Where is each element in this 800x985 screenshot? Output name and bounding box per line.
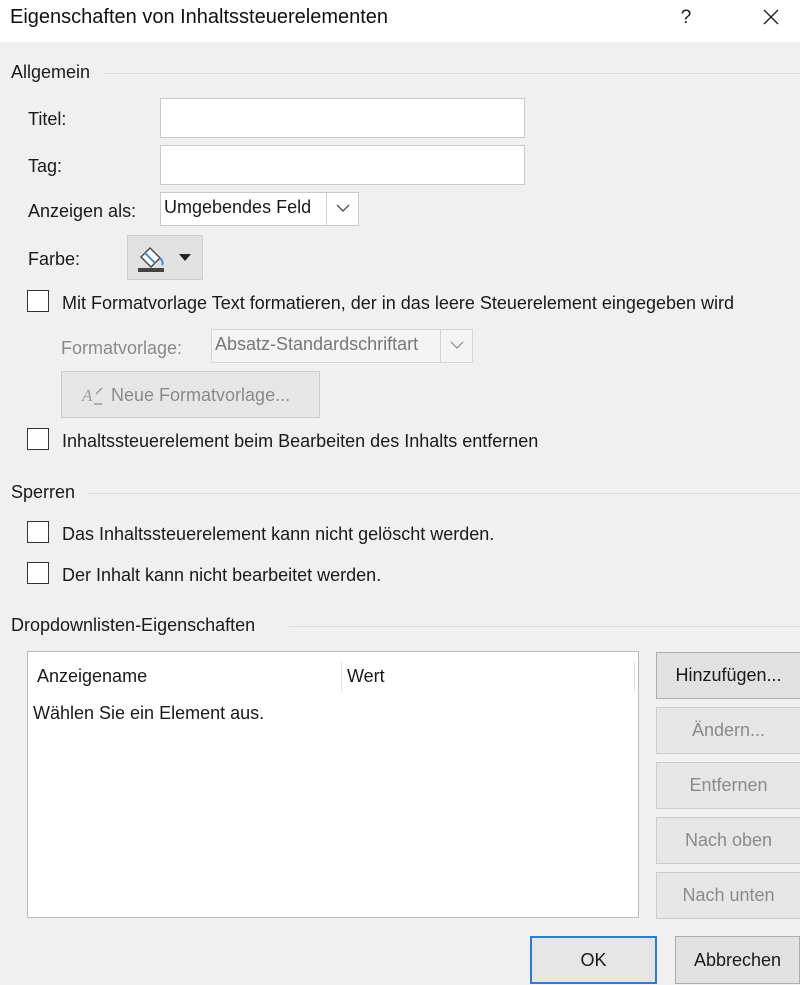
dropdown-arrow[interactable] bbox=[326, 193, 358, 225]
paint-bucket-icon bbox=[138, 247, 164, 272]
chevron-down-icon bbox=[450, 341, 464, 349]
dropdown-arrow[interactable] bbox=[440, 330, 472, 362]
format-with-style-label: Mit Formatvorlage Text formatieren, der … bbox=[62, 293, 735, 313]
new-style-button[interactable]: A Neue Formatvorlage... bbox=[61, 371, 320, 418]
move-up-button[interactable]: Nach oben bbox=[656, 817, 800, 864]
column-divider[interactable] bbox=[634, 662, 635, 692]
title-input[interactable] bbox=[160, 98, 525, 138]
move-down-button[interactable]: Nach unten bbox=[656, 872, 800, 919]
caret-down-icon bbox=[179, 254, 191, 261]
display-as-select[interactable]: Umgebendes Feld bbox=[160, 192, 359, 226]
dropdown-items-list[interactable]: Anzeigename Wert Wählen Sie ein Element … bbox=[27, 651, 639, 918]
section-title-general: Allgemein bbox=[11, 62, 91, 82]
close-button[interactable] bbox=[757, 3, 785, 31]
close-icon bbox=[763, 9, 779, 25]
style-value: Absatz-Standardschriftart bbox=[215, 334, 419, 354]
list-item[interactable]: Wählen Sie ein Element aus. bbox=[33, 702, 633, 728]
tag-input[interactable] bbox=[160, 145, 525, 185]
remove-on-edit-label: Inhaltssteuerelement beim Bearbeiten des… bbox=[62, 431, 539, 451]
color-picker-button[interactable] bbox=[127, 235, 203, 280]
cancel-button[interactable]: Abbrechen bbox=[675, 936, 800, 984]
display-as-value: Umgebendes Feld bbox=[164, 197, 312, 217]
section-title-dropdown: Dropdownlisten-Eigenschaften bbox=[11, 615, 256, 635]
column-header-value[interactable]: Wert bbox=[347, 666, 385, 687]
title-label: Titel: bbox=[28, 109, 67, 129]
dialog-title: Eigenschaften von Inhaltssteuerelementen bbox=[10, 6, 389, 28]
add-button[interactable]: Hinzufügen... bbox=[656, 652, 800, 699]
style-select[interactable]: Absatz-Standardschriftart bbox=[211, 329, 473, 363]
color-label: Farbe: bbox=[28, 249, 81, 269]
no-edit-label: Der Inhalt kann nicht bearbeitet werden. bbox=[62, 565, 382, 585]
section-separator bbox=[104, 73, 800, 74]
no-edit-checkbox[interactable] bbox=[27, 562, 49, 584]
no-delete-label: Das Inhaltssteuerelement kann nicht gelö… bbox=[62, 524, 495, 544]
style-label: Formatvorlage: bbox=[61, 338, 183, 358]
list-item-display-name: Wählen Sie ein Element aus. bbox=[33, 703, 265, 723]
svg-text:A: A bbox=[81, 386, 93, 405]
no-delete-checkbox[interactable] bbox=[27, 521, 49, 543]
display-as-label: Anzeigen als: bbox=[28, 201, 137, 221]
chevron-down-icon bbox=[336, 204, 350, 212]
column-header-display-name[interactable]: Anzeigename bbox=[37, 666, 147, 687]
new-style-label: Neue Formatvorlage... bbox=[111, 385, 291, 405]
remove-on-edit-checkbox[interactable] bbox=[27, 428, 49, 450]
modify-button[interactable]: Ändern... bbox=[656, 707, 800, 754]
remove-button[interactable]: Entfernen bbox=[656, 762, 800, 809]
section-separator bbox=[87, 493, 800, 494]
new-style-icon: A bbox=[81, 386, 103, 405]
ok-button[interactable]: OK bbox=[530, 936, 657, 984]
column-divider[interactable] bbox=[341, 662, 342, 692]
section-separator bbox=[289, 626, 800, 627]
tag-label: Tag: bbox=[28, 156, 63, 176]
help-button[interactable]: ? bbox=[672, 4, 700, 32]
format-with-style-checkbox[interactable] bbox=[27, 290, 49, 312]
section-title-locking: Sperren bbox=[11, 482, 76, 502]
